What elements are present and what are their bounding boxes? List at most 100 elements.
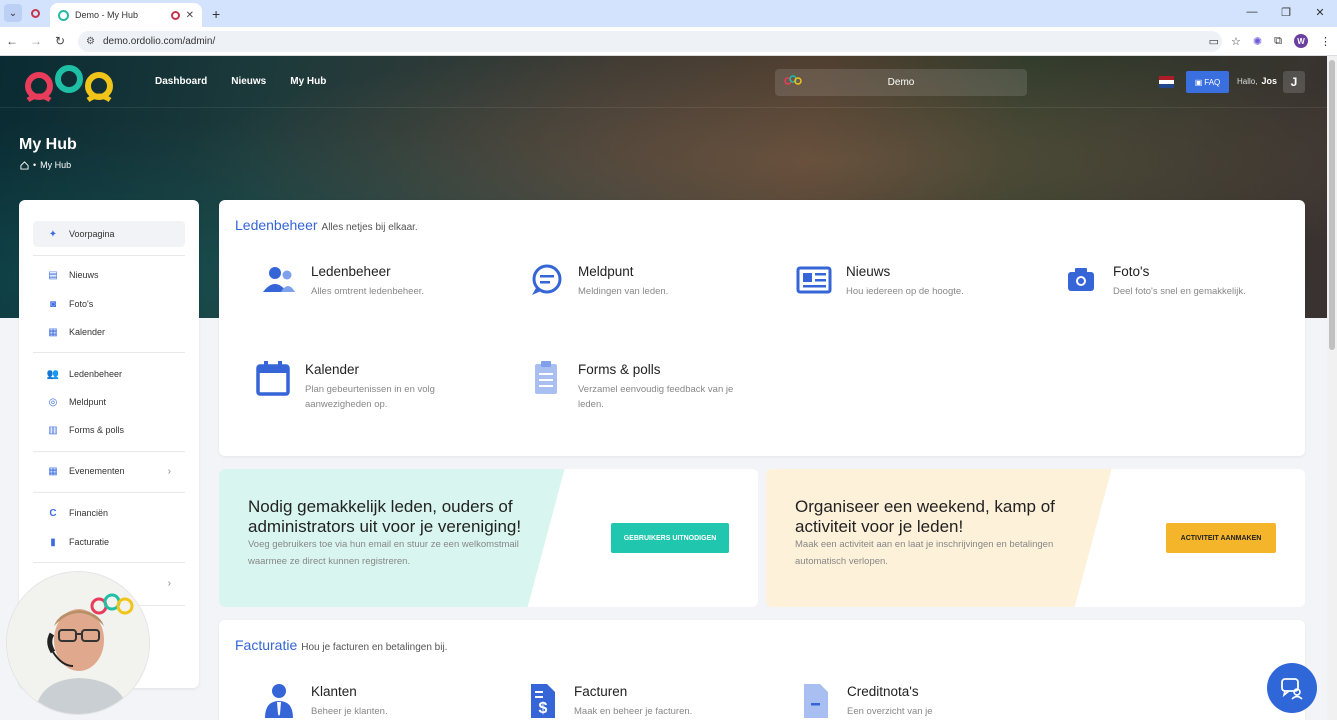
tile-title: Creditnota's xyxy=(847,684,919,699)
invoice-icon: ▮ xyxy=(50,536,56,548)
organization-selector[interactable]: Demo xyxy=(775,69,1027,96)
tile-desc: Plan gebeurtenissen in en volg aanwezigh… xyxy=(305,384,435,410)
tile-title: Klanten xyxy=(311,684,357,699)
extensions-icon[interactable]: ⧉ xyxy=(1274,35,1282,48)
reload-icon[interactable]: ↻ xyxy=(48,34,72,48)
tab-search-icon[interactable]: ⌄ xyxy=(4,4,22,22)
page-title: My Hub xyxy=(19,136,77,153)
sidebar-item-fotos[interactable]: ◙ Foto's xyxy=(33,291,185,317)
tile-desc: Hou iedereen op de hoogte. xyxy=(846,286,964,297)
greeting: Hallo, Jos xyxy=(1237,76,1277,86)
sidebar-item-label: Meldpunt xyxy=(69,397,107,407)
favicon-icon xyxy=(58,9,69,21)
promo-heading: Organiseer een weekend, kamp of activite… xyxy=(795,497,1055,536)
tile-creditnotas[interactable]: Creditnota's Een overzicht van je xyxy=(797,682,933,719)
org-name: Demo xyxy=(887,77,915,88)
username: Jos xyxy=(1261,76,1277,86)
tile-title: Nieuws xyxy=(846,264,891,279)
sidebar-item-evenementen[interactable]: ▦ Evenementen › xyxy=(33,458,185,484)
invite-users-button[interactable]: GEBRUIKERS UITNODIGEN xyxy=(611,523,729,553)
card-header: Facturatie Hou je facturen en betalingen… xyxy=(235,637,447,653)
sidebar-item-financien[interactable]: C Financiën xyxy=(33,500,185,526)
tile-title: Facturen xyxy=(574,684,628,699)
close-tab-icon[interactable]: ✕ xyxy=(186,10,194,21)
activity-promo: Organiseer een weekend, kamp of activite… xyxy=(766,469,1305,607)
presenter-video xyxy=(7,572,149,714)
create-activity-button[interactable]: ACTIVITEIT AANMAKEN xyxy=(1166,523,1276,553)
recording-icon[interactable] xyxy=(26,4,44,22)
nav-nieuws[interactable]: Nieuws xyxy=(231,76,266,87)
invoice-icon: $ xyxy=(531,684,555,718)
person-icon xyxy=(265,684,293,718)
sidebar-item-facturatie[interactable]: ▮ Facturatie xyxy=(33,529,185,555)
bookmark-star-icon[interactable]: ☆ xyxy=(1231,35,1241,48)
tab-title: Demo - My Hub xyxy=(75,10,139,20)
tile-klanten[interactable]: Klanten Beheer je klanten. xyxy=(261,682,388,719)
main-nav: Dashboard Nieuws My Hub xyxy=(155,76,326,87)
sidebar-item-voorpagina[interactable]: ✦ Voorpagina xyxy=(33,221,185,247)
breadcrumb-separator: • xyxy=(33,160,37,170)
tile-kalender[interactable]: Kalender Plan gebeurtenissen in en volg a… xyxy=(255,360,485,412)
promo-text: Maak een activiteit aan en laat je insch… xyxy=(795,539,1054,567)
clipboard-icon: ▥ xyxy=(48,424,58,436)
browser-tabbar: ⌄ Demo - My Hub ✕ + — ❐ ✕ xyxy=(0,0,1337,27)
card-subtitle: Hou je facturen en betalingen bij. xyxy=(301,642,448,653)
profile-avatar[interactable]: W xyxy=(1294,34,1308,48)
scrollbar-thumb[interactable] xyxy=(1329,60,1335,350)
url-text: demo.ordolio.com/admin/ xyxy=(102,36,216,47)
chat-icon xyxy=(1281,678,1303,700)
back-icon[interactable]: ← xyxy=(0,34,24,48)
faq-button[interactable]: ▣ FAQ xyxy=(1186,71,1229,93)
support-chat-button[interactable] xyxy=(1267,663,1317,713)
tile-desc: Meldingen van leden. xyxy=(578,286,669,297)
chevron-right-icon: › xyxy=(167,577,171,589)
forward-icon[interactable]: → xyxy=(24,34,48,48)
tile-meldpunt[interactable]: Meldpunt Meldingen van leden. xyxy=(528,262,668,299)
users-icon: 👥 xyxy=(46,368,60,380)
recording-indicator-icon xyxy=(170,10,180,20)
tile-nieuws[interactable]: Nieuws Hou iedereen op de hoogte. xyxy=(796,262,964,299)
card-title: Ledenbeheer xyxy=(235,217,318,233)
tile-title: Meldpunt xyxy=(578,264,634,279)
tile-title: Kalender xyxy=(305,362,360,377)
site-settings-icon[interactable]: ⚙ xyxy=(86,36,95,47)
cast-icon[interactable]: ▭ xyxy=(1209,35,1219,48)
user-avatar[interactable]: J xyxy=(1283,71,1305,93)
webcam-overlay xyxy=(6,571,150,715)
svg-text:$: $ xyxy=(539,700,548,717)
dutch-flag-icon[interactable] xyxy=(1159,76,1174,88)
promo-text: Voeg gebruikers toe via hun email en stu… xyxy=(248,539,519,567)
nav-dashboard[interactable]: Dashboard xyxy=(155,76,207,87)
sidebar-item-kalender[interactable]: ▦ Kalender xyxy=(33,319,185,345)
menu-dots-icon[interactable]: ⋮ xyxy=(1320,35,1331,48)
browser-tab-active[interactable]: Demo - My Hub ✕ xyxy=(50,3,202,27)
sidebar-item-meldpunt[interactable]: ◎ Meldpunt xyxy=(33,389,185,415)
nav-my-hub[interactable]: My Hub xyxy=(290,76,326,87)
tile-fotos[interactable]: Foto's Deel foto's snel en gemakkelijk. xyxy=(1063,262,1246,299)
tile-ledenbeheer[interactable]: Ledenbeheer Alles omtrent ledenbeheer. xyxy=(261,262,424,299)
extension-gear-icon[interactable]: ✺ xyxy=(1253,35,1262,48)
close-window-icon[interactable]: ✕ xyxy=(1303,0,1337,24)
sidebar-item-ledenbeheer[interactable]: 👥 Ledenbeheer xyxy=(33,361,185,387)
card-header: Ledenbeheer Alles netjes bij elkaar. xyxy=(235,217,418,233)
ordolio-logo[interactable] xyxy=(22,64,118,104)
tile-title: Forms & polls xyxy=(578,362,661,377)
chat-icon xyxy=(532,264,562,295)
restore-icon[interactable]: ❐ xyxy=(1269,0,1303,24)
camera-icon: ◙ xyxy=(49,298,57,310)
tile-title: Ledenbeheer xyxy=(311,264,391,279)
tile-forms-polls[interactable]: Forms & polls Verzamel eenvoudig feedback… xyxy=(528,360,748,412)
tile-facturen[interactable]: $ Facturen Maak en beheer je facturen. xyxy=(524,682,692,719)
sidebar-item-label: Evenementen xyxy=(69,466,125,476)
tile-desc: Deel foto's snel en gemakkelijk. xyxy=(1113,286,1246,297)
minimize-icon[interactable]: — xyxy=(1235,0,1269,24)
new-tab-icon[interactable]: + xyxy=(212,6,220,22)
sidebar-item-nieuws[interactable]: ▤ Nieuws xyxy=(33,262,185,288)
sidebar-item-forms-polls[interactable]: ▥ Forms & polls xyxy=(33,417,185,443)
coin-icon: C xyxy=(49,507,57,519)
camera-icon xyxy=(1068,268,1094,291)
page-scrollbar[interactable] xyxy=(1327,56,1337,720)
calendar-icon: ▦ xyxy=(48,326,58,338)
url-field[interactable]: ⚙ demo.ordolio.com/admin/ xyxy=(78,31,1222,52)
home-icon[interactable] xyxy=(20,160,29,170)
